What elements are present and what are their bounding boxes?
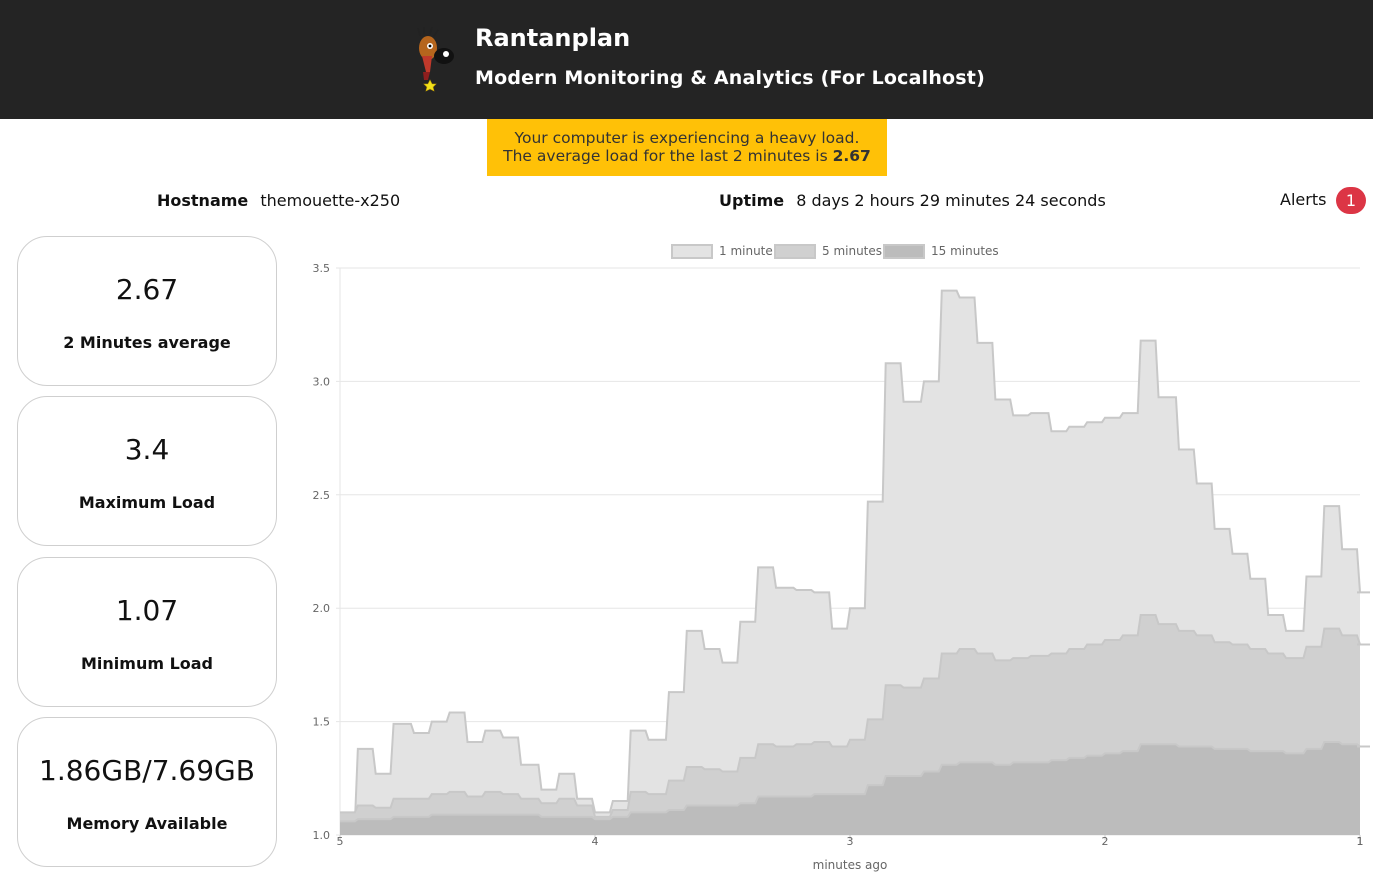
app-header: Rantanplan Modern Monitoring & Analytics… (0, 0, 1373, 119)
x-axis-title: minutes ago (813, 858, 888, 872)
legend-label: 1 minute (719, 244, 773, 258)
x-tick-label: 3 (847, 835, 854, 848)
memory-available-card: 1.86GB/7.69GB Memory Available (17, 717, 277, 867)
alert-line-2-prefix: The average load for the last 2 minutes … (503, 147, 833, 165)
dog-logo-icon (417, 26, 454, 92)
legend-label: 5 minutes (822, 244, 882, 258)
x-tick-label: 5 (337, 835, 344, 848)
maximum-load-card: 3.4 Maximum Load (17, 396, 277, 546)
load-average-chart: 1.01.52.02.53.03.55 4 3 2 111 minute 5 minute… (313, 244, 1370, 872)
legend-swatch (671, 244, 713, 259)
legend-label: 15 minutes (931, 244, 999, 258)
alert-line-1: Your computer is experiencing a heavy lo… (514, 129, 860, 147)
card-value: 2.67 (115, 273, 179, 306)
y-tick-label: 3.0 (313, 375, 331, 388)
hostname-label: Hostname (157, 191, 249, 210)
legend-swatch (883, 244, 925, 259)
uptime-value: 8 days 2 hours 29 minutes 24 seconds (796, 191, 1106, 210)
x-tick-label: 4 (592, 835, 599, 848)
app-title: Rantanplan (475, 24, 631, 52)
x-tick-label: 2 (1102, 835, 1109, 848)
alerts-count-badge[interactable]: 1 (1336, 187, 1366, 214)
card-label: 2 Minutes average (63, 333, 231, 352)
app-subtitle: Modern Monitoring & Analytics (For Local… (475, 67, 985, 89)
card-label: Minimum Load (80, 654, 214, 673)
uptime-label: Uptime (719, 191, 785, 210)
uptime-info: Uptime 8 days 2 hours 29 minutes 24 seco… (719, 191, 1106, 210)
x-tick-label: 1 (1357, 835, 1364, 848)
y-tick-label: 2.0 (313, 602, 331, 615)
y-tick-label: 1.0 (313, 829, 331, 842)
legend-swatch (774, 244, 816, 259)
alert-load-value: 2.67 (832, 147, 871, 165)
card-value: 3.4 (124, 433, 170, 466)
alerts-label[interactable]: Alerts (1280, 190, 1326, 209)
hostname-info: Hostname themouette-x250 (157, 191, 400, 210)
hostname-value: themouette-x250 (260, 191, 401, 210)
heavy-load-alert: Your computer is experiencing a heavy lo… (487, 119, 887, 176)
y-tick-label: 3.5 (313, 262, 331, 275)
alert-line-2: The average load for the last 2 minutes … (487, 147, 887, 165)
card-label: Maximum Load (78, 493, 216, 512)
minimum-load-card: 1.07 Minimum Load (17, 557, 277, 707)
card-label: Memory Available (66, 814, 228, 833)
two-minute-average-card: 2.67 2 Minutes average (17, 236, 277, 386)
card-value: 1.86GB/7.69GB (39, 754, 255, 787)
y-tick-label: 2.5 (313, 489, 331, 502)
card-value: 1.07 (115, 594, 179, 627)
y-tick-label: 1.5 (313, 716, 331, 729)
